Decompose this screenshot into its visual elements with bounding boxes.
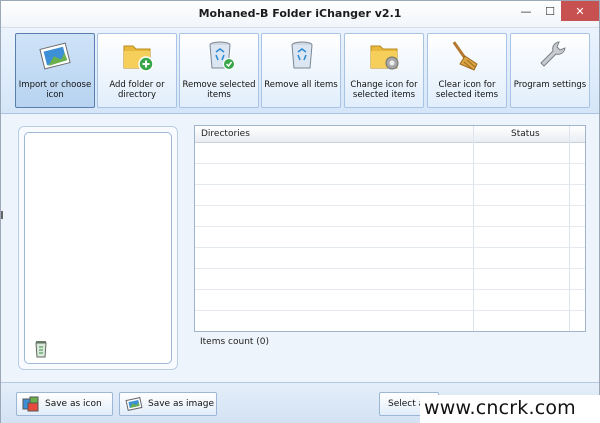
table-row — [195, 163, 585, 164]
image-icon — [125, 397, 143, 411]
recycle-bin-check-icon — [209, 41, 235, 70]
recycle-bin-icon[interactable] — [34, 340, 48, 358]
program-settings-label: Program settings — [513, 80, 587, 90]
save-as-icon-button[interactable]: Save as icon — [16, 392, 113, 416]
icon-preview-area[interactable] — [24, 132, 172, 364]
clear-icon-button[interactable]: Clear icon for selected items — [427, 33, 507, 108]
remove-selected-button[interactable]: Remove selected items — [179, 33, 259, 108]
items-count: Items count (0) — [200, 337, 270, 347]
window-edge-marker — [1, 211, 3, 219]
folder-add-icon — [123, 45, 154, 72]
window-title: Mohaned-B Folder iChanger v2.1 — [198, 7, 402, 20]
remove-all-label: Remove all items — [264, 80, 338, 90]
icon-preview-panel — [18, 126, 178, 370]
save-as-image-button[interactable]: Save as image — [119, 392, 217, 416]
table-row — [195, 184, 585, 185]
image-icon — [39, 42, 71, 70]
folder-gear-icon — [370, 45, 399, 70]
close-button[interactable]: ✕ — [561, 1, 599, 21]
table-row — [195, 310, 585, 311]
title-bar[interactable]: Mohaned-B Folder iChanger v2.1 — ☐ ✕ — [1, 1, 599, 28]
table-row — [195, 205, 585, 206]
broom-icon — [452, 41, 478, 71]
column-divider — [473, 126, 474, 331]
table-row — [195, 226, 585, 227]
wrench-icon — [540, 41, 566, 67]
save-as-icon-label: Save as icon — [45, 399, 102, 409]
program-settings-button[interactable]: Program settings — [510, 33, 590, 108]
save-as-image-label: Save as image — [148, 399, 215, 409]
clear-icon-label: Clear icon for selected items — [435, 80, 499, 100]
remove-selected-label: Remove selected items — [182, 80, 256, 100]
directories-table[interactable]: Directories Status — [194, 125, 586, 332]
column-header-directories[interactable]: Directories — [201, 129, 250, 139]
toolbar: Import or choose icon Add folder or dire… — [1, 29, 599, 114]
watermark-text: www.cncrk.com — [424, 397, 576, 419]
table-row — [195, 289, 585, 290]
remove-all-button[interactable]: Remove all items — [261, 33, 341, 108]
change-icon-label: Change icon for selected items — [350, 80, 418, 100]
watermark: www.cncrk.com — [420, 395, 600, 423]
save-icon-icon — [22, 396, 39, 412]
import-icon-label: Import or choose icon — [18, 80, 92, 100]
change-icon-button[interactable]: Change icon for selected items — [344, 33, 424, 108]
table-row — [195, 268, 585, 269]
import-icon-button[interactable]: Import or choose icon — [15, 33, 95, 108]
add-folder-button[interactable]: Add folder or directory — [97, 33, 177, 108]
minimize-button[interactable]: — — [513, 1, 539, 21]
column-divider — [569, 126, 570, 331]
table-row — [195, 247, 585, 248]
column-header-status[interactable]: Status — [511, 129, 540, 139]
add-folder-label: Add folder or directory — [109, 80, 165, 100]
maximize-button[interactable]: ☐ — [539, 1, 561, 21]
app-window: Mohaned-B Folder iChanger v2.1 — ☐ ✕ Imp… — [0, 0, 600, 423]
table-header: Directories Status — [195, 126, 585, 143]
recycle-bin-icon — [291, 41, 313, 69]
